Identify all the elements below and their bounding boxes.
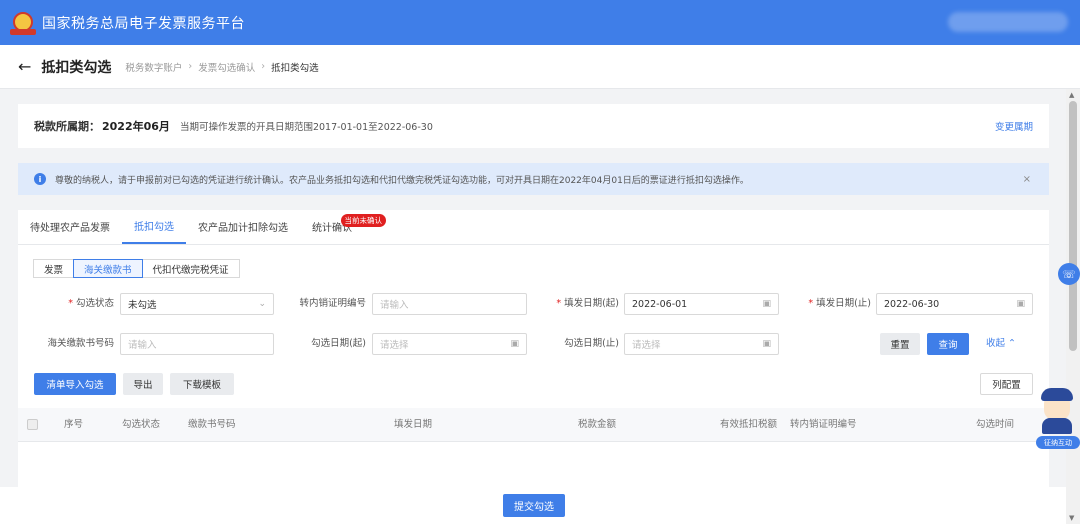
subtab-invoice[interactable]: 发票 — [33, 259, 75, 278]
submit-select-button[interactable]: 提交勾选 — [503, 494, 565, 517]
main-panel: 待处理农产品发票 抵扣勾选 农产品加计扣除勾选 统计确认 当前未确认 发票 海关… — [18, 210, 1049, 488]
status-select[interactable]: 未勾选 ⌄ — [120, 293, 274, 315]
scrollbar-thumb[interactable] — [1069, 101, 1077, 351]
tab-deduction-select[interactable]: 抵扣勾选 — [122, 209, 186, 244]
breadcrumb-item[interactable]: 税务数字账户 — [125, 60, 182, 74]
page-header: ← 抵扣类勾选 税务数字账户 › 发票勾选确认 › 抵扣类勾选 — [0, 45, 1080, 89]
tax-period-bar: 税款所属期： 2022年06月 当期可操作发票的开具日期范围2017-01-01… — [18, 104, 1049, 148]
column-header: 填发日期 — [394, 419, 433, 430]
status-label: * 勾选状态 — [68, 298, 114, 309]
select-start-label: 勾选日期(起) — [311, 338, 366, 349]
calendar-icon: ▣ — [762, 299, 771, 309]
app-title: 国家税务总局电子发票服务平台 — [42, 15, 245, 32]
tab-statistics-confirm[interactable]: 统计确认 当前未确认 — [300, 209, 386, 244]
calendar-icon: ▣ — [1016, 299, 1025, 309]
tax-emblem-icon — [10, 11, 36, 35]
page-title: 抵扣类勾选 — [41, 59, 112, 76]
status-badge: 当前未确认 — [340, 214, 386, 227]
subtab-customs[interactable]: 海关缴款书 — [73, 259, 143, 278]
import-select-button[interactable]: 清单导入勾选 — [34, 373, 116, 395]
table-header: 序号 勾选状态 缴款书号码 填发日期 税款金额 有效抵扣税额 转内销证明编号 勾… — [18, 408, 1049, 442]
column-header: 转内销证明编号 — [790, 419, 857, 430]
column-header: 勾选时间 — [976, 419, 1015, 430]
assistant-label: 征纳互动 — [1036, 436, 1080, 449]
column-header: 序号 — [64, 419, 84, 430]
column-config-button[interactable]: 列配置 — [980, 373, 1033, 395]
notice-text: 尊敬的纳税人，请于申报前对已勾选的凭证进行统计确认。农产品业务抵扣勾选和代扣代缴… — [55, 175, 749, 186]
breadcrumb: 税务数字账户 › 发票勾选确认 › 抵扣类勾选 — [125, 60, 318, 74]
chevron-up-icon: ⌃ — [1008, 338, 1017, 349]
arrow-left-icon[interactable]: ← — [18, 57, 31, 76]
select-end-label: 勾选日期(止) — [564, 338, 619, 349]
breadcrumb-current: 抵扣类勾选 — [271, 62, 319, 74]
calendar-icon: ▣ — [762, 339, 771, 349]
customs-no-label: 海关缴款书号码 — [47, 338, 114, 349]
transfer-no-input[interactable]: 请输入 — [372, 293, 527, 315]
chevron-right-icon: › — [188, 61, 193, 72]
assistant-widget[interactable]: 征纳互动 — [1036, 388, 1080, 450]
select-end-date[interactable]: 请选择 ▣ — [624, 333, 779, 355]
issue-end-label: * 填发日期(止) — [808, 298, 871, 309]
column-header: 有效抵扣税额 — [720, 419, 778, 430]
issue-end-date[interactable]: 2022-06-30 ▣ — [876, 293, 1033, 315]
select-all-checkbox[interactable] — [27, 419, 38, 430]
top-bar: 国家税务总局电子发票服务平台 — [0, 0, 1080, 45]
customs-no-input[interactable]: 请输入 — [120, 333, 274, 355]
scrollbar[interactable]: ▲ ▼ — [1066, 89, 1080, 524]
download-template-button[interactable]: 下载模板 — [170, 373, 234, 395]
date-range-text: 当期可操作发票的开具日期范围2017-01-01至2022-06-30 — [179, 122, 433, 133]
query-button[interactable]: 查询 — [927, 333, 969, 355]
column-header: 税款金额 — [578, 419, 617, 430]
calendar-icon: ▣ — [510, 339, 519, 349]
tax-period-value: 2022年06月 — [102, 120, 170, 133]
scroll-up-icon[interactable]: ▲ — [1069, 91, 1074, 99]
column-header: 勾选状态 — [122, 419, 161, 430]
subtab-group: 发票 海关缴款书 代扣代缴完税凭证 — [33, 259, 240, 278]
tab-pending-agri[interactable]: 待处理农产品发票 — [18, 209, 122, 244]
close-icon[interactable]: × — [1023, 174, 1031, 185]
collapse-link[interactable]: 收起 ⌃ — [986, 333, 1016, 355]
column-header: 缴款书号码 — [188, 419, 236, 430]
subtab-withholding[interactable]: 代扣代缴完税凭证 — [141, 259, 240, 278]
info-icon: i — [34, 173, 46, 185]
user-info[interactable] — [948, 12, 1068, 32]
headset-icon[interactable]: ☏ — [1058, 263, 1080, 285]
tax-period-label: 税款所属期： — [34, 120, 100, 133]
chevron-down-icon: ⌄ — [258, 299, 266, 309]
assistant-cap-icon — [1041, 388, 1073, 401]
change-period-link[interactable]: 变更属期 — [995, 119, 1033, 133]
issue-start-label: * 填发日期(起) — [556, 298, 619, 309]
export-button[interactable]: 导出 — [123, 373, 163, 395]
breadcrumb-item[interactable]: 发票勾选确认 — [198, 60, 255, 74]
assistant-body-icon — [1042, 418, 1072, 434]
reset-button[interactable]: 重置 — [880, 333, 920, 355]
scroll-down-icon[interactable]: ▼ — [1069, 514, 1074, 522]
tab-bar: 待处理农产品发票 抵扣勾选 农产品加计扣除勾选 统计确认 当前未确认 — [18, 210, 1049, 245]
notice-banner: i 尊敬的纳税人，请于申报前对已勾选的凭证进行统计确认。农产品业务抵扣勾选和代扣… — [18, 163, 1049, 195]
issue-start-date[interactable]: 2022-06-01 ▣ — [624, 293, 779, 315]
chevron-right-icon: › — [261, 61, 266, 72]
select-start-date[interactable]: 请选择 ▣ — [372, 333, 527, 355]
tab-agri-extra-deduction[interactable]: 农产品加计扣除勾选 — [186, 209, 300, 244]
transfer-no-label: 转内销证明编号 — [299, 298, 366, 309]
